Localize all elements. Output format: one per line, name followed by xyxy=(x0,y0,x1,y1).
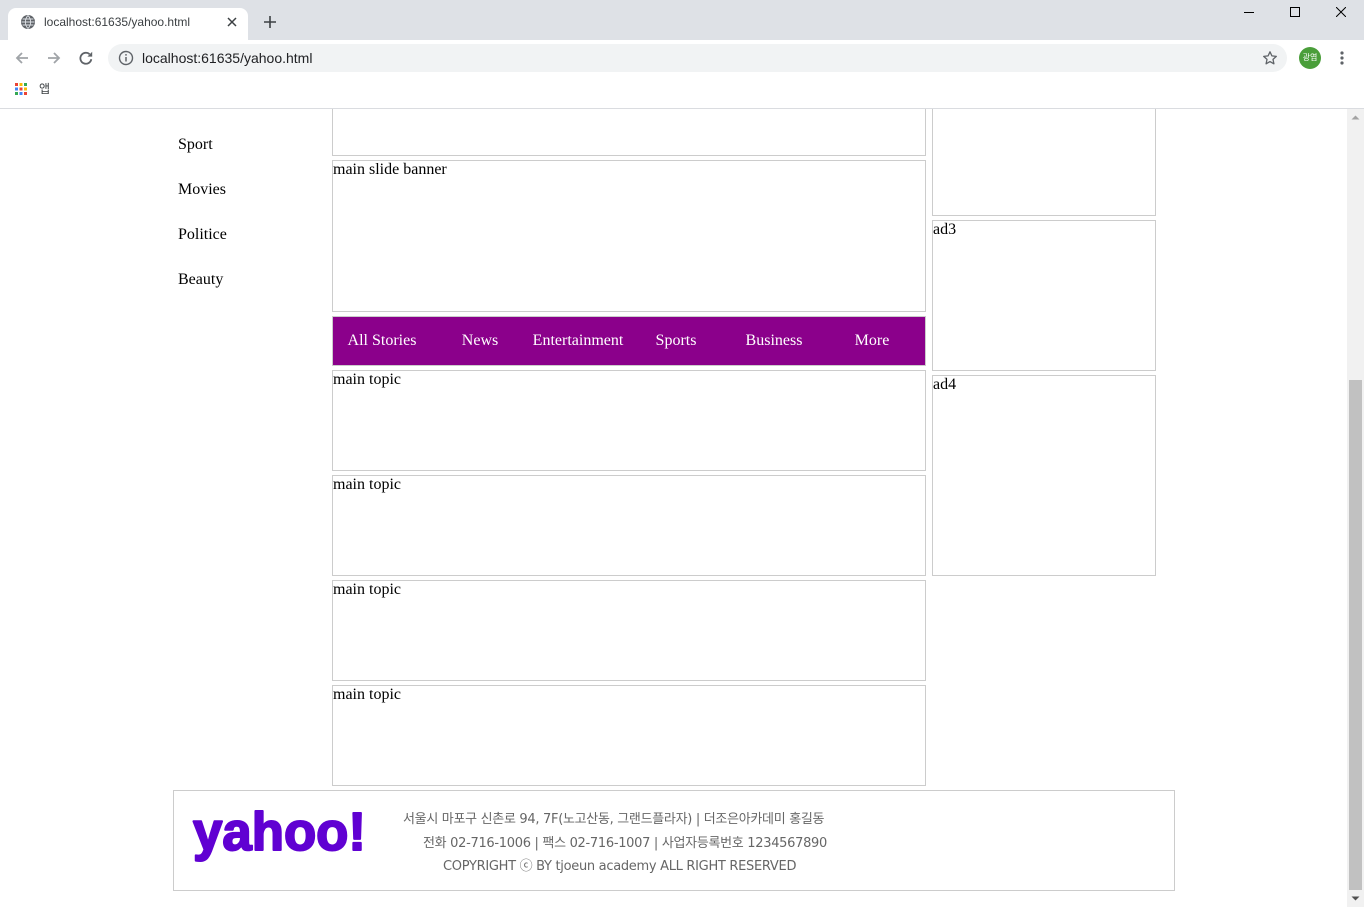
tab-strip: localhost:61635/yahoo.html xyxy=(0,0,1364,40)
minimize-icon xyxy=(1244,7,1254,17)
main-column: main slide banner All Stories News Enter… xyxy=(332,109,926,786)
main-topic[interactable]: main topic xyxy=(332,475,926,576)
nav-item-business[interactable]: Business xyxy=(725,317,823,365)
new-tab-icon[interactable] xyxy=(262,14,278,30)
close-window-icon xyxy=(1336,7,1346,17)
sidebar-item-sport[interactable]: Sport xyxy=(178,136,227,154)
ad-box-clipped[interactable] xyxy=(932,109,1156,216)
star-icon[interactable] xyxy=(1262,50,1278,66)
vertical-scrollbar[interactable] xyxy=(1347,109,1364,907)
nav-item-more[interactable]: More xyxy=(823,317,921,365)
page-footer: yahoo! 서울시 마포구 신촌로 94, 7F(노고산동, 그랜드플라자) … xyxy=(173,790,1175,891)
apps-bookmark-label[interactable]: 앱 xyxy=(39,81,50,97)
page-viewport: Sport Movies Politice Beauty main slide … xyxy=(0,109,1347,907)
ad-box-ad4[interactable]: ad4 xyxy=(932,375,1156,576)
close-tab-icon[interactable] xyxy=(226,16,238,28)
back-arrow-icon[interactable] xyxy=(14,50,30,66)
footer-contact: 전화 02-716-1006 | 팩스 02-716-1007 | 사업자등록번… xyxy=(423,836,827,851)
address-bar[interactable]: localhost:61635/yahoo.html xyxy=(108,44,1287,72)
close-window-button[interactable] xyxy=(1318,0,1364,24)
nav-item-all-stories[interactable]: All Stories xyxy=(333,317,431,365)
browser-toolbar: localhost:61635/yahoo.html 광엽 xyxy=(0,40,1364,76)
scrollbar-thumb[interactable] xyxy=(1349,380,1362,890)
footer-address: 서울시 마포구 신촌로 94, 7F(노고산동, 그랜드플라자) | 더조은아카… xyxy=(403,812,825,827)
avatar[interactable]: 광엽 xyxy=(1299,47,1321,69)
ad-column: ad3 ad4 xyxy=(932,109,1156,576)
apps-grid-icon[interactable] xyxy=(15,83,27,95)
reload-icon[interactable] xyxy=(78,50,94,66)
ad-box-ad3[interactable]: ad3 xyxy=(932,220,1156,371)
content-box-clipped xyxy=(332,109,926,156)
browser-tab[interactable]: localhost:61635/yahoo.html xyxy=(8,8,248,40)
nav-item-news[interactable]: News xyxy=(431,317,529,365)
sidebar-item-movies[interactable]: Movies xyxy=(178,181,227,199)
minimize-button[interactable] xyxy=(1226,0,1272,24)
url-text[interactable]: localhost:61635/yahoo.html xyxy=(142,44,312,72)
category-nav: All Stories News Entertainment Sports Bu… xyxy=(332,316,926,366)
forward-arrow-icon[interactable] xyxy=(46,50,62,66)
main-topic[interactable]: main topic xyxy=(332,370,926,471)
sidebar-menu: Sport Movies Politice Beauty xyxy=(178,136,227,316)
main-topic[interactable]: main topic xyxy=(332,685,926,786)
kebab-menu-icon[interactable] xyxy=(1336,50,1348,66)
yahoo-logo[interactable]: yahoo! xyxy=(192,801,368,863)
main-topic[interactable]: main topic xyxy=(332,580,926,681)
globe-icon xyxy=(20,14,36,30)
tab-title: localhost:61635/yahoo.html xyxy=(44,15,191,29)
bookmarks-bar: 앱 xyxy=(0,76,1364,109)
info-icon[interactable] xyxy=(118,50,134,66)
footer-copyright: COPYRIGHT ⓒ BY tjoeun academy ALL RIGHT … xyxy=(443,859,797,874)
main-slide-banner[interactable]: main slide banner xyxy=(332,160,926,312)
scroll-down-arrow-icon[interactable] xyxy=(1347,890,1364,907)
scroll-up-arrow-icon[interactable] xyxy=(1347,109,1364,126)
maximize-button[interactable] xyxy=(1272,0,1318,24)
sidebar-item-politice[interactable]: Politice xyxy=(178,226,227,244)
nav-item-entertainment[interactable]: Entertainment xyxy=(529,317,627,365)
maximize-icon xyxy=(1290,7,1300,17)
nav-item-sports[interactable]: Sports xyxy=(627,317,725,365)
sidebar-item-beauty[interactable]: Beauty xyxy=(178,271,227,289)
yahoo-logo-text: yahoo! xyxy=(193,802,366,862)
